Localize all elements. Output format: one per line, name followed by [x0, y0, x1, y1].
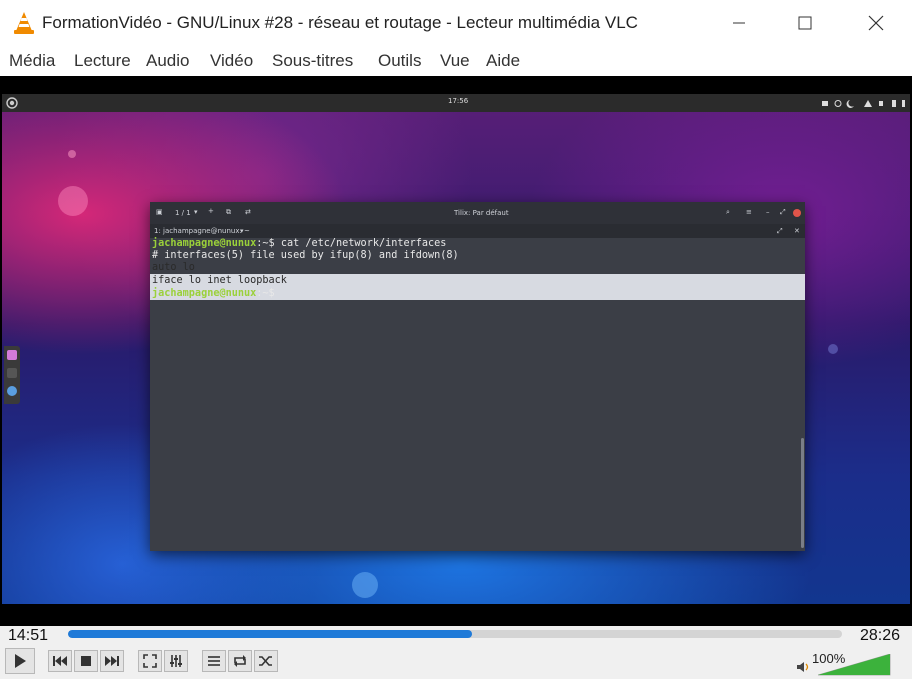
desktop-clock[interactable]: 17:56 — [448, 97, 468, 105]
bokeh-decoration — [68, 150, 76, 158]
player-controls: 14:51 28:26 100% — [0, 626, 912, 679]
loop-icon — [234, 655, 246, 667]
play-icon — [15, 654, 26, 668]
terminal-tab-label[interactable]: 1: jachampagne@nunux: ~ — [154, 227, 250, 235]
window-titlebar: FormationVidéo - GNU/Linux #28 - réseau … — [0, 0, 912, 46]
close-button[interactable] — [853, 0, 899, 46]
maximize-button[interactable] — [782, 0, 828, 46]
terminal-icon[interactable] — [7, 368, 17, 378]
session-counter[interactable]: 1 / 1 — [175, 209, 191, 217]
previous-button[interactable] — [48, 650, 72, 672]
playlist-icon — [208, 656, 220, 666]
prompt-path: :~$ — [256, 288, 275, 299]
loop-button[interactable] — [228, 650, 252, 672]
terminal-tabbar: 1: jachampagne@nunux: ~ ▾ ⤢ ✕ — [150, 224, 805, 238]
menu-video[interactable]: Vidéo — [210, 51, 253, 71]
bokeh-decoration — [828, 344, 838, 354]
tab-dropdown-icon[interactable]: ▾ — [240, 227, 244, 235]
stop-button[interactable] — [74, 650, 98, 672]
fullscreen-button[interactable] — [138, 650, 162, 672]
terminal-headerbar: ▣ 1 / 1 ▾ + ⧉ ⇄ Tilix: Par défaut ⌕ ≡ – … — [150, 202, 805, 224]
menu-view[interactable]: Vue — [440, 51, 470, 71]
vlc-cone-icon — [14, 12, 34, 34]
minimize-icon — [733, 22, 745, 24]
desktop-topbar: 17:56 — [2, 94, 910, 112]
terminal-line: # interfaces(5) file used by ifup(8) and… — [152, 250, 459, 261]
system-tray-icons[interactable] — [820, 99, 906, 108]
terminal-line-selected: auto lo — [152, 262, 195, 273]
tab-close-icon[interactable]: ✕ — [794, 227, 800, 235]
terminal-line-selected: iface lo inet loopback — [152, 275, 287, 286]
minimize-button[interactable] — [716, 0, 762, 46]
menu-bar: Média Lecture Audio Vidéo Sous-titres Ou… — [0, 46, 912, 76]
shuffle-icon — [259, 656, 272, 666]
play-button[interactable] — [5, 648, 35, 674]
prompt-user: jachampagne@nunux — [152, 238, 257, 249]
terminal-output[interactable]: jachampagne@nunux:~$ cat /etc/network/in… — [150, 238, 805, 551]
previous-icon — [53, 656, 67, 666]
search-icon[interactable]: ⌕ — [726, 208, 730, 217]
sync-icon[interactable]: ⇄ — [245, 208, 251, 216]
session-dropdown-icon[interactable]: ▾ — [194, 208, 198, 216]
sidebar-toggle-icon[interactable]: ▣ — [156, 208, 163, 216]
menu-lecture[interactable]: Lecture — [74, 51, 131, 71]
menu-help[interactable]: Aide — [486, 51, 520, 71]
window-title: FormationVidéo - GNU/Linux #28 - réseau … — [42, 13, 638, 32]
equalizer-icon — [170, 655, 182, 667]
split-icon[interactable]: ⧉ — [226, 208, 231, 217]
next-icon — [105, 656, 119, 666]
shuffle-button[interactable] — [254, 650, 278, 672]
volume-slider[interactable] — [818, 654, 892, 676]
seek-bar[interactable] — [68, 630, 842, 638]
seek-progress — [68, 630, 473, 638]
fullscreen-icon — [143, 654, 157, 668]
menu-tools[interactable]: Outils — [378, 51, 421, 71]
window-maximize-icon[interactable]: ⤢ — [780, 208, 786, 217]
prompt-path: :~$ — [256, 238, 275, 249]
menu-subtitles[interactable]: Sous-titres — [272, 51, 353, 71]
window-close-icon[interactable] — [793, 209, 801, 217]
stop-icon — [81, 656, 91, 666]
extended-settings-button[interactable] — [164, 650, 188, 672]
close-icon — [868, 15, 884, 31]
terminal-title: Tilix: Par défaut — [454, 209, 509, 217]
bokeh-decoration — [58, 186, 88, 216]
menu-media[interactable]: Média — [9, 51, 55, 71]
browser-icon[interactable] — [7, 386, 17, 396]
add-session-icon[interactable]: + — [208, 207, 214, 215]
next-button[interactable] — [100, 650, 124, 672]
command-text: cat /etc/network/interfaces — [274, 238, 447, 249]
elapsed-time[interactable]: 14:51 — [8, 627, 48, 645]
files-icon[interactable] — [7, 350, 17, 360]
bokeh-decoration — [352, 572, 378, 598]
total-time[interactable]: 28:26 — [860, 627, 900, 645]
activities-icon[interactable] — [6, 97, 18, 109]
terminal-window[interactable]: ▣ 1 / 1 ▾ + ⧉ ⇄ Tilix: Par défaut ⌕ ≡ – … — [150, 202, 805, 551]
desktop-dock — [4, 346, 20, 404]
window-minimize-icon[interactable]: – — [766, 208, 770, 216]
tab-maximize-icon[interactable]: ⤢ — [777, 227, 783, 236]
prompt-user: jachampagne@nunux — [152, 288, 257, 299]
volume-speaker-icon[interactable] — [796, 660, 812, 674]
desktop-frame: 17:56 ▣ 1 / 1 ▾ + ⧉ ⇄ Tilix: Par défaut … — [2, 94, 910, 604]
hamburger-menu-icon[interactable]: ≡ — [746, 208, 752, 216]
video-area[interactable]: 17:56 ▣ 1 / 1 ▾ + ⧉ ⇄ Tilix: Par défaut … — [0, 76, 912, 626]
menu-audio[interactable]: Audio — [146, 51, 189, 71]
terminal-scrollbar[interactable] — [801, 438, 804, 548]
terminal-line: jachampagne@nunux:~$ — [152, 287, 275, 300]
playlist-button[interactable] — [202, 650, 226, 672]
maximize-icon — [798, 16, 812, 30]
